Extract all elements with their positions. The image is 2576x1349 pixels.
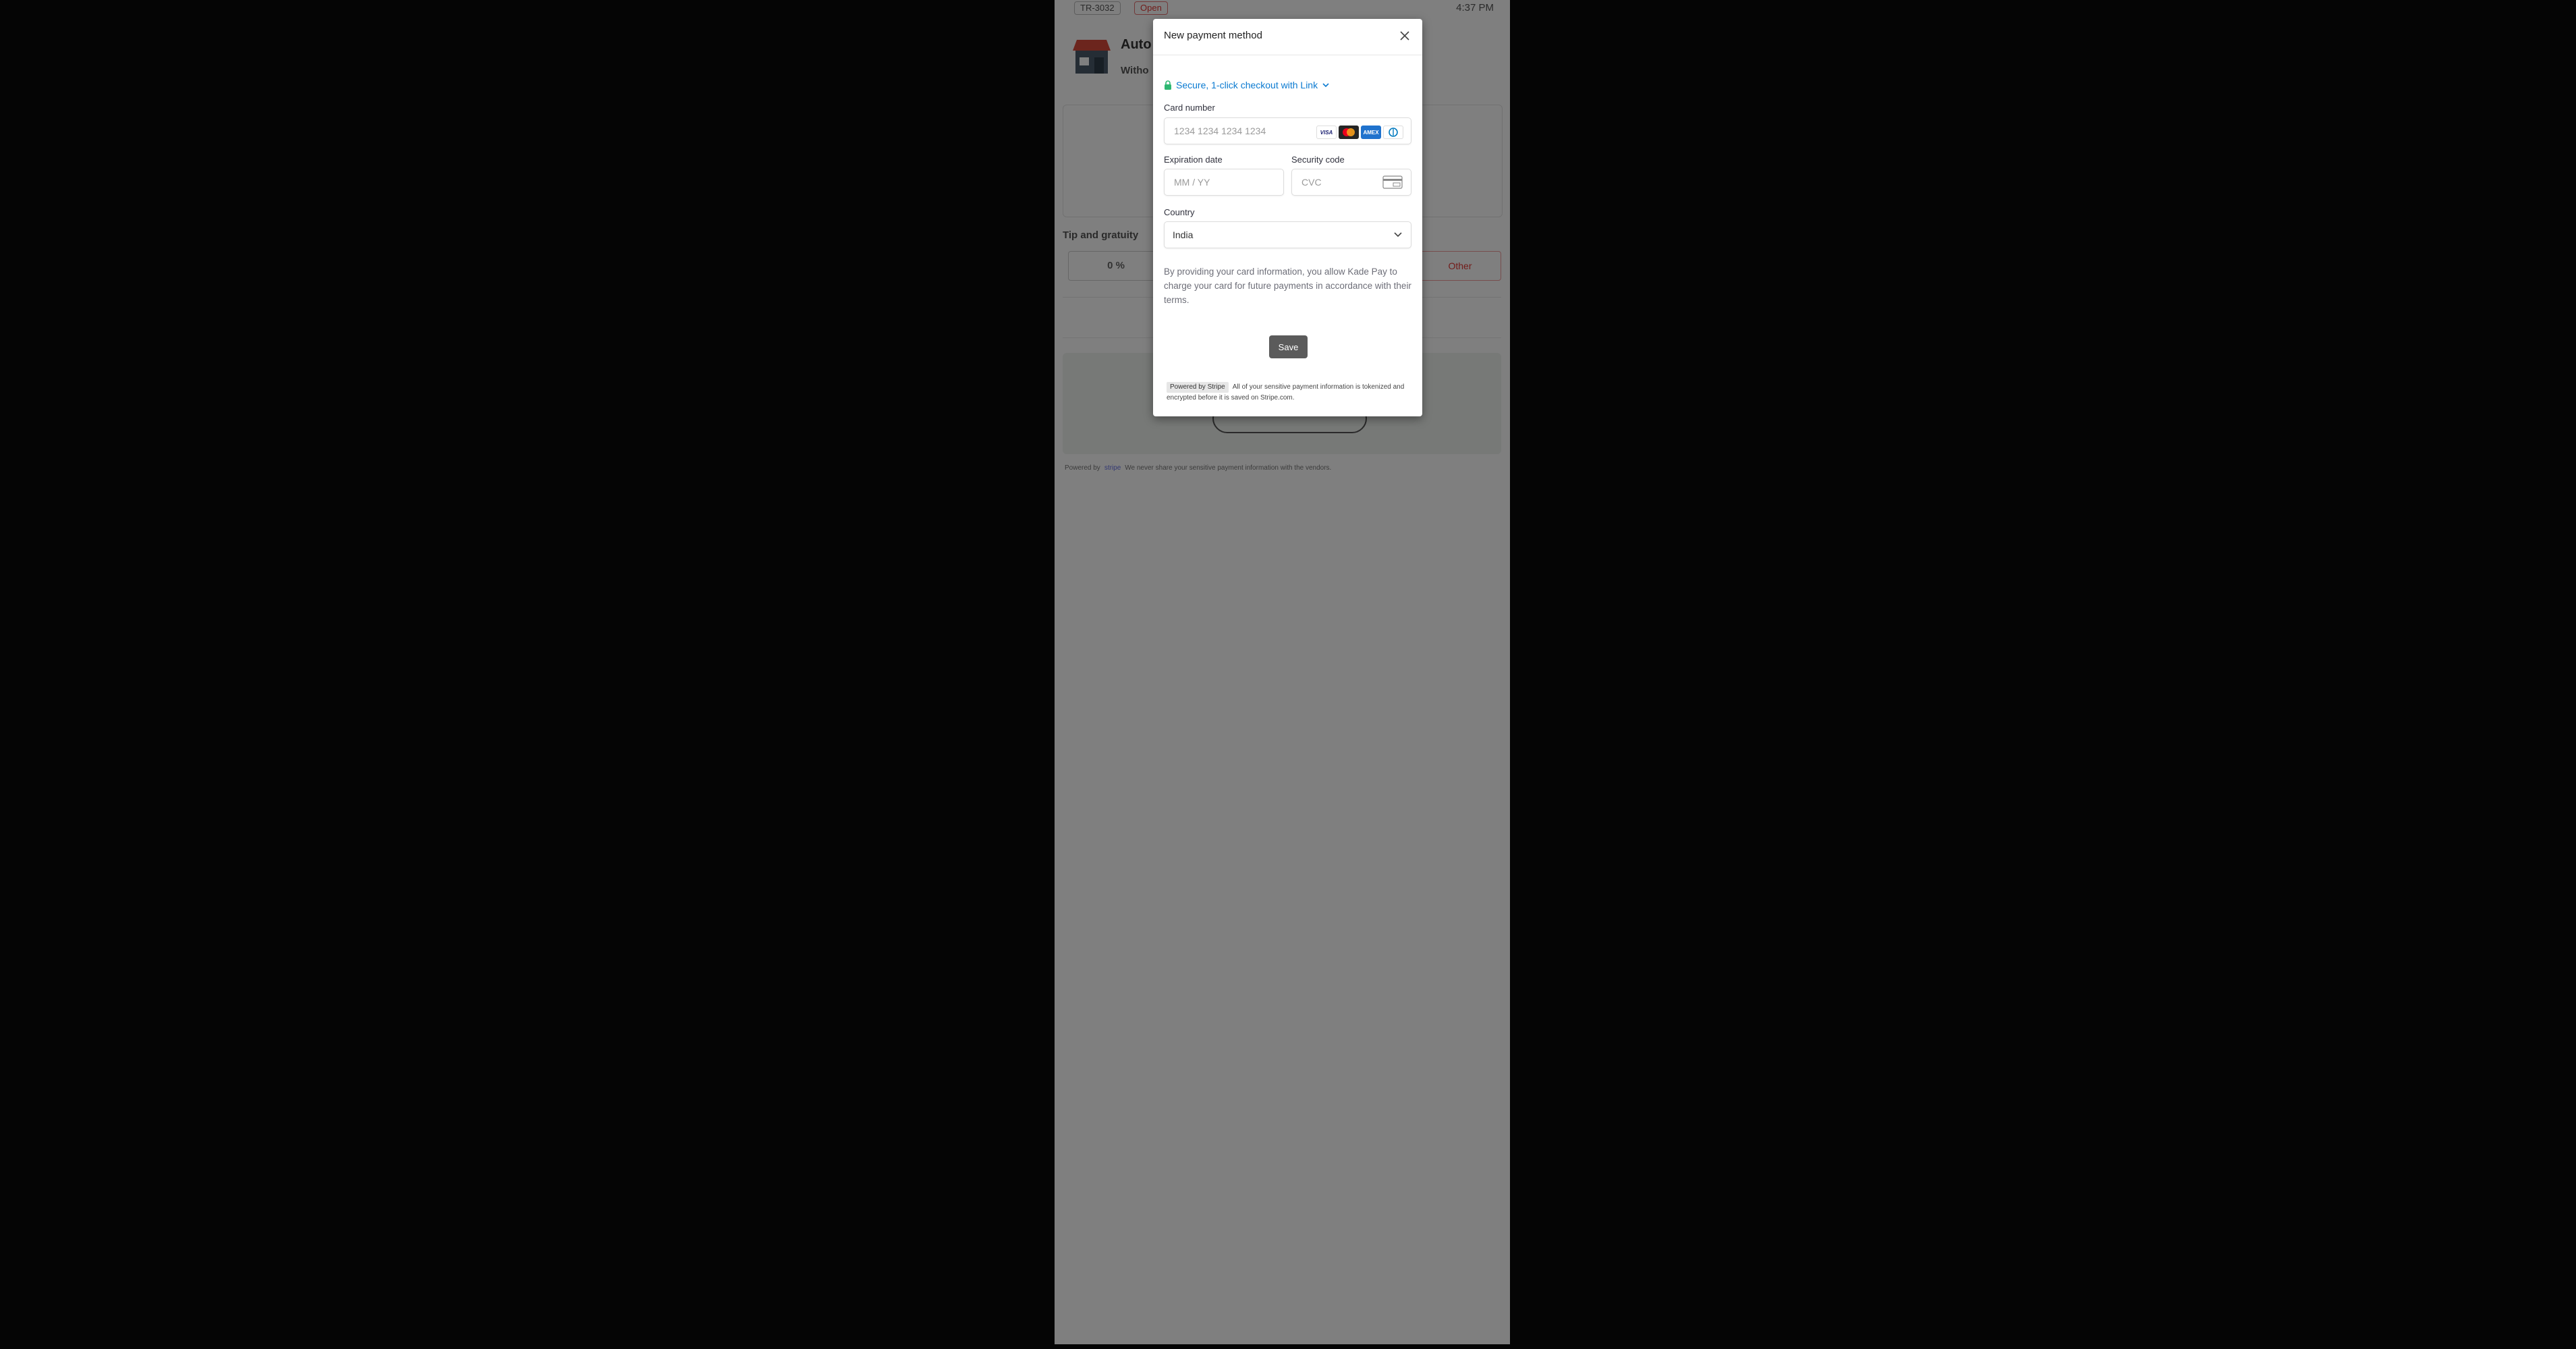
mastercard-icon (1339, 126, 1359, 139)
expiration-field[interactable] (1164, 169, 1297, 196)
visa-icon: VISA (1316, 126, 1337, 139)
terms-text: By providing your card information, you … (1164, 267, 1411, 305)
amex-icon: AMEX (1361, 126, 1381, 139)
powered-by-stripe-note: Powered by Stripe All of your sensitive p… (1167, 382, 1409, 404)
card-number-label: Card number (1164, 103, 1215, 113)
diners-icon (1383, 126, 1403, 139)
security-code-field[interactable] (1291, 169, 1411, 196)
chevron-down-icon (1394, 232, 1402, 238)
expiration-label: Expiration date (1164, 155, 1223, 165)
lock-icon (1165, 80, 1171, 90)
chevron-down-icon (1322, 83, 1329, 88)
country-label: Country (1164, 207, 1195, 217)
powered-by-stripe-badge[interactable]: Powered by Stripe (1167, 382, 1229, 393)
link-checkout-label: Secure, 1-click checkout with Link (1176, 80, 1318, 90)
expiration-input[interactable] (1173, 176, 1297, 188)
card-number-input[interactable] (1173, 125, 1297, 137)
cvc-card-icon (1382, 175, 1403, 189)
close-icon[interactable] (1397, 28, 1412, 43)
new-payment-method-dialog: New payment method Secure, 1-click check… (1153, 19, 1422, 416)
save-button[interactable]: Save (1269, 335, 1308, 358)
dialog-title: New payment method (1164, 30, 1262, 41)
country-select[interactable]: India (1164, 221, 1411, 248)
card-brands: VISA AMEX (1316, 126, 1403, 139)
link-checkout-toggle[interactable]: Secure, 1-click checkout with Link (1164, 78, 1330, 92)
security-code-label: Security code (1291, 155, 1345, 165)
country-value: India (1173, 229, 1194, 240)
cvc-input[interactable] (1300, 176, 1377, 188)
card-number-field[interactable]: VISA AMEX (1164, 117, 1411, 144)
